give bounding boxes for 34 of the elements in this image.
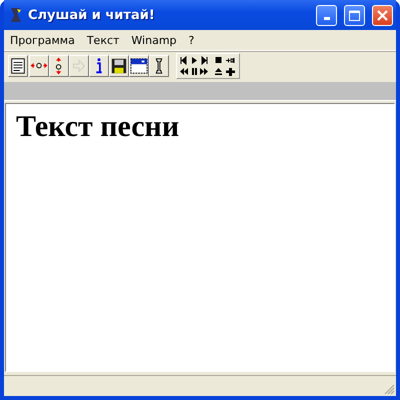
window-icon — [130, 57, 148, 75]
play-icon[interactable] — [189, 55, 199, 66]
menu-item[interactable]: ? — [182, 34, 200, 46]
horizontal-arrows-icon — [30, 62, 48, 70]
maximize-button[interactable] — [344, 4, 365, 26]
toolbar-button[interactable] — [29, 55, 49, 77]
toolbar-button[interactable] — [129, 55, 149, 77]
close-button[interactable] — [372, 4, 393, 26]
song-text-heading: Текст песни — [16, 110, 180, 144]
menu-item[interactable]: Программа — [4, 34, 81, 46]
volume-icon[interactable] — [225, 55, 235, 66]
skip-forward-icon[interactable] — [199, 55, 209, 66]
toolbar-button[interactable] — [8, 55, 28, 77]
arrow-right-icon — [70, 57, 88, 75]
minimize-icon — [324, 17, 330, 20]
vertical-arrows-icon — [55, 57, 63, 75]
app-icon — [8, 7, 24, 23]
pause-icon[interactable] — [189, 66, 199, 77]
skip-back-icon[interactable] — [179, 55, 189, 66]
stop-icon[interactable] — [213, 55, 223, 66]
eject-icon[interactable] — [213, 66, 223, 77]
document-icon — [9, 57, 27, 75]
toolbar-button[interactable] — [49, 55, 69, 77]
resize-grip-icon — [383, 383, 395, 395]
plus-icon[interactable] — [225, 66, 235, 77]
close-icon — [377, 10, 388, 20]
menu-item[interactable]: Текст — [80, 34, 126, 46]
toolbar-button[interactable] — [149, 55, 169, 77]
maximize-icon — [349, 10, 360, 20]
minimize-button[interactable] — [316, 4, 337, 26]
toolbar-button[interactable] — [109, 55, 129, 77]
menu-item[interactable]: Winamp — [125, 34, 183, 46]
window-title: Слушай и читай! — [28, 8, 156, 22]
toolbar-button[interactable] — [89, 55, 109, 77]
